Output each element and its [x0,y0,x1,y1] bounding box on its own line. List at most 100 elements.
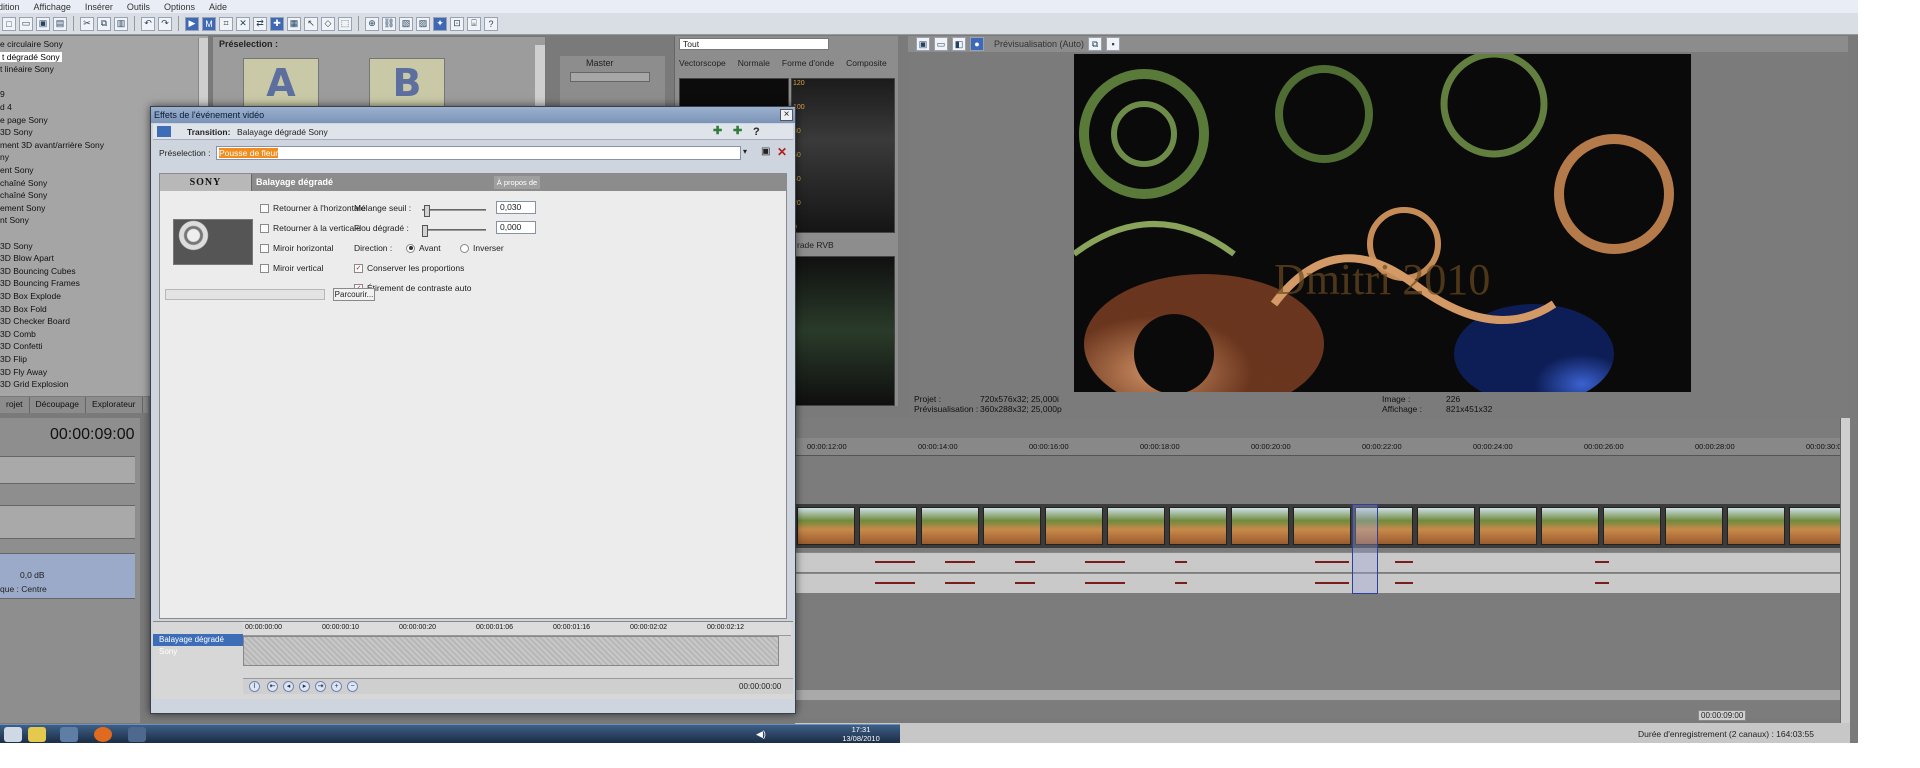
bus-controls[interactable] [570,72,650,82]
menu-options[interactable]: Options [164,2,195,12]
menu-tools[interactable]: Outils [127,2,150,12]
auto-ripple-icon[interactable]: ⇄ [253,16,267,31]
scope-mode-composite[interactable]: Composite [846,58,887,70]
blur-slider[interactable] [422,225,486,237]
transition-list-item[interactable]: ement Sony [0,203,45,213]
overlays-icon[interactable]: ● [970,37,984,51]
transition-list-item[interactable]: 3D Box Explode [0,291,61,301]
transition-event[interactable] [1352,504,1378,594]
menu-view[interactable]: Affichage [34,2,71,12]
redo-icon[interactable]: ↷ [158,16,172,31]
browse-button[interactable]: Parcourir... [333,288,375,301]
delete-keyframe-icon[interactable]: − [347,681,358,692]
blur-input[interactable]: 0,000 [496,221,536,234]
cut-icon[interactable]: ✂ [80,16,94,31]
transition-list-item[interactable]: 9 [0,89,5,99]
save-snapshot-icon[interactable]: ▪ [1106,37,1121,51]
mirror-vertical-checkbox[interactable]: Miroir vertical [260,263,324,273]
open-icon[interactable]: ▭ [19,16,33,31]
taskbar-clock[interactable]: 17:31 13/08/2010 [822,724,900,743]
transition-list-item[interactable]: ment 3D avant/arrière Sony [0,140,104,150]
scope-mode-vectorscope[interactable]: Vectorscope [679,58,726,70]
timeline-vertical-scrollbar[interactable] [1840,418,1850,723]
transition-list-item[interactable]: 3D Comb [0,329,36,339]
transition-list-item[interactable]: e page Sony [0,115,48,125]
tab-project-media[interactable]: rojet [0,397,30,413]
transition-list-item[interactable]: ent Sony [0,165,34,175]
transition-list-item[interactable]: 3D Sony [0,241,33,251]
direction-forward-radio[interactable]: Avant [406,243,441,253]
about-button[interactable]: À propos de [494,176,540,189]
scope-mode-waveform[interactable]: Forme d'onde [782,58,834,70]
transition-list-item[interactable]: nt Sony [0,215,29,225]
auto-crossfade-icon[interactable]: ✕ [236,16,250,31]
keyframe-track[interactable] [243,636,779,666]
video-track-header-1[interactable] [0,456,135,484]
transition-list-item[interactable]: e circulaire Sony [0,39,63,49]
save-icon[interactable]: ▣ [36,16,50,31]
transition-list-item[interactable]: t linéaire Sony [0,64,54,74]
trimmer-icon[interactable]: ⌸ [467,16,481,31]
copy-icon[interactable]: ⧉ [97,16,111,31]
transition-list-item[interactable]: 3D Bouncing Cubes [0,266,76,276]
keep-proportions-checkbox[interactable]: ✓ Conserver les proportions [354,263,464,273]
save-preset-icon[interactable]: ▣ [761,146,773,158]
mixer-icon[interactable]: M [202,16,216,31]
transition-list-item[interactable]: 3D Checker Board [0,316,70,326]
preview-quality-select[interactable]: Prévisualisation (Auto) [994,39,1084,49]
help-icon[interactable]: ? [484,16,498,31]
transition-list-item[interactable]: 3D Grid Explosion [0,379,69,389]
event-fx-icon[interactable]: ✦ [433,16,447,31]
flip-vertical-checkbox[interactable]: Retourner à la verticale [260,223,361,233]
snap-icon[interactable]: ⌗ [219,16,233,31]
render-icon[interactable]: ▶ [185,16,199,31]
lock-envelopes-icon[interactable]: ✚ [270,16,284,31]
zoom-tool-icon[interactable]: ⊕ [365,16,379,31]
transition-list-item[interactable]: 3D Fly Away [0,367,47,377]
pan-crop-icon[interactable]: ⊡ [450,16,464,31]
add-plugin-icon[interactable]: ✚ [713,126,727,137]
preset-dropdown-icon[interactable]: ▾ [743,147,753,159]
external-monitor-icon[interactable]: ▭ [934,37,948,51]
keyframe-track-label[interactable]: Balayage dégradé Sony [153,634,243,656]
prev-keyframe-icon[interactable]: ◂ [283,681,294,692]
scope-type-select[interactable]: Tout [679,38,829,50]
preset-select[interactable]: Pousse de fleur [216,146,741,160]
taskbar-firefox-icon[interactable] [94,727,112,742]
transition-list-item[interactable]: t dégradé Sony [0,51,62,62]
add-keyframe-icon[interactable]: + [331,681,342,692]
split-screen-icon[interactable]: ◧ [952,37,966,51]
track-fx-icon[interactable]: ▨ [416,16,430,31]
transition-list-item[interactable]: chaîné Sony [0,178,47,188]
new-icon[interactable]: □ [2,16,16,31]
preset-thumb-a[interactable]: A [243,58,319,108]
threshold-input[interactable]: 0,030 [496,201,536,214]
transition-list-item[interactable]: 3D Bouncing Frames [0,278,80,288]
last-keyframe-icon[interactable]: ⇥ [315,681,326,692]
tab-explorer[interactable]: Explorateur [86,397,143,413]
selection-tool-icon[interactable]: ⬚ [338,16,352,31]
preview-properties-icon[interactable]: ▣ [916,37,930,51]
video-track[interactable] [795,504,1840,548]
transition-list-item[interactable]: chaîné Sony [0,190,47,200]
taskbar-media-player-icon[interactable] [28,727,46,742]
first-keyframe-icon[interactable]: ⇤ [267,681,278,692]
flip-horizontal-checkbox[interactable]: Retourner à l'horizontale [260,203,365,213]
close-icon[interactable]: × [780,109,793,121]
transition-list-item[interactable]: 3D Flip [0,354,27,364]
menu-edit[interactable]: Édition [0,2,20,12]
normal-edit-icon[interactable]: ↖ [304,16,318,31]
taskbar-vegas-icon[interactable] [128,727,146,742]
blur-slider-knob[interactable] [422,225,428,237]
sync-cursor-icon[interactable]: ⌇ [249,681,260,692]
transition-list-item[interactable]: ny [0,152,9,162]
menu-insert[interactable]: Insérer [85,2,113,12]
properties-icon[interactable]: ▤ [53,16,67,31]
help-icon[interactable]: ? [753,124,760,140]
gradient-file-field[interactable] [165,289,325,300]
preset-pane-scrollbar[interactable] [535,45,545,107]
gradient-map-thumbnail[interactable] [173,219,253,265]
envelope-tool-icon[interactable]: ◇ [321,16,335,31]
paste-icon[interactable]: ▥ [114,16,128,31]
video-track-header-2[interactable] [0,505,135,539]
